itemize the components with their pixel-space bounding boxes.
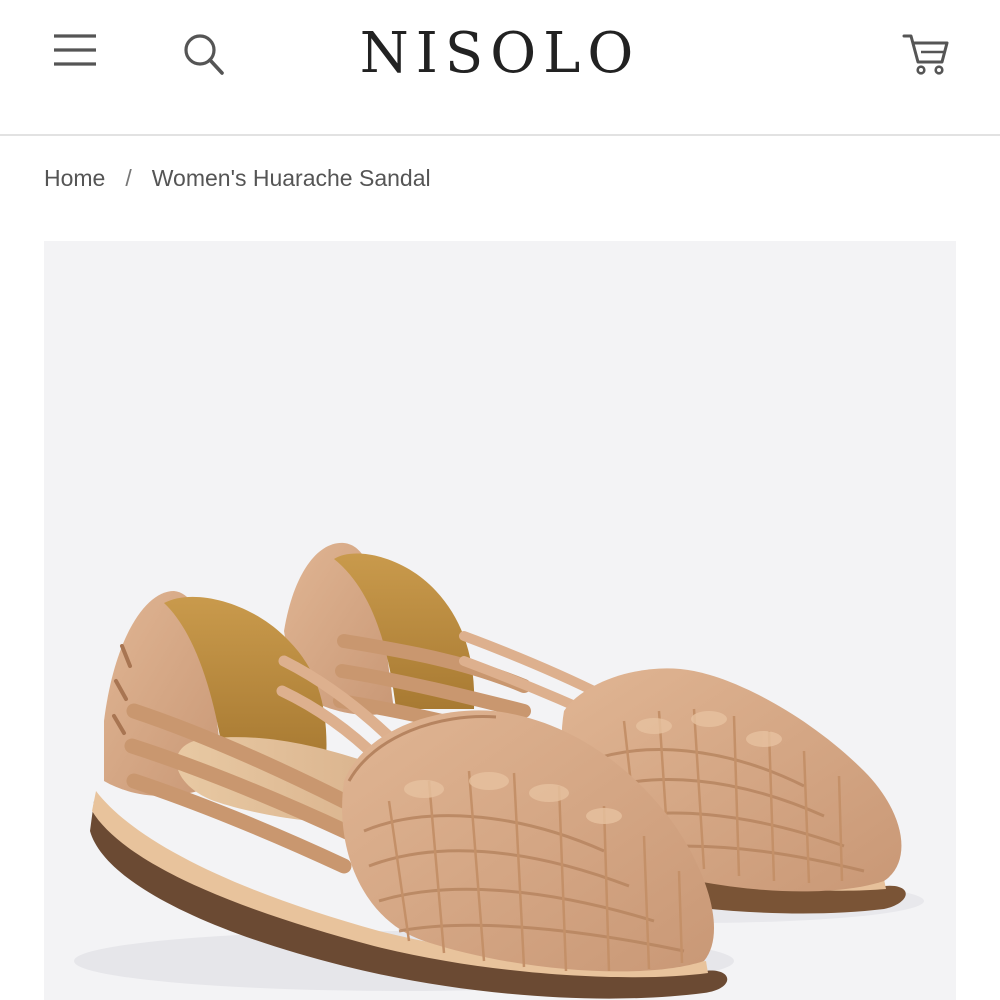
product-image-panel[interactable] <box>44 241 956 1000</box>
breadcrumb-home-link[interactable]: Home <box>44 165 105 191</box>
cart-button[interactable] <box>894 22 956 84</box>
brand-logo[interactable]: NISOLO <box>300 14 700 94</box>
search-button[interactable] <box>172 22 234 84</box>
hamburger-menu-icon <box>54 34 96 66</box>
search-icon <box>184 34 224 75</box>
breadcrumb: Home / Women's Huarache Sandal <box>44 158 431 198</box>
breadcrumb-current: Women's Huarache Sandal <box>151 165 431 191</box>
breadcrumb-separator: / <box>125 165 132 191</box>
site-header: NISOLO <box>0 0 1000 136</box>
product-image <box>74 542 924 999</box>
menu-button[interactable] <box>44 22 106 76</box>
shopping-cart-icon <box>902 34 949 75</box>
